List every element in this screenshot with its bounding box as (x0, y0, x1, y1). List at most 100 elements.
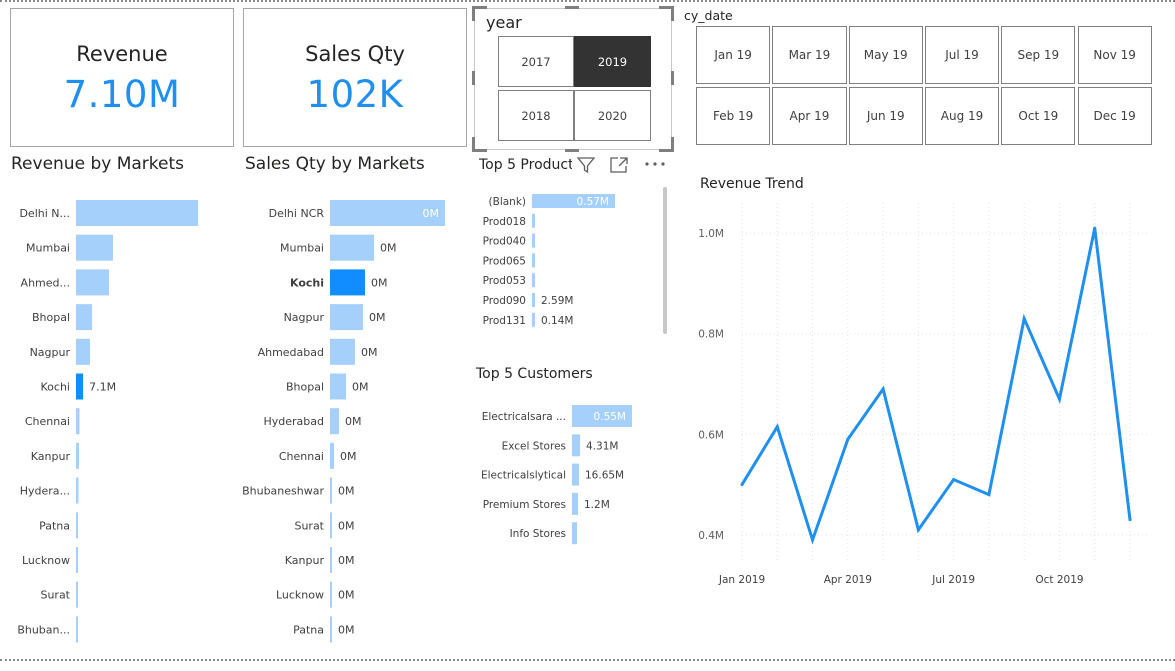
category-label: Patna (39, 519, 70, 532)
revenue-by-markets-chart: Delhi N... Mumbai Ahmed... Bhopal Nagpur Koch… (17, 200, 198, 643)
category-label: Patna (293, 623, 324, 636)
data-point (775, 425, 779, 429)
resize-handle-tl[interactable] (472, 6, 487, 21)
data-label: 0M (361, 346, 378, 359)
revenue-card[interactable]: Revenue 7.10M (10, 8, 234, 147)
resize-handle-br[interactable] (659, 137, 674, 152)
resize-handle-top[interactable] (565, 6, 579, 9)
month-option-aug-19[interactable]: Aug 19 (924, 87, 1000, 145)
year-slicer-title: year (486, 13, 522, 32)
bar (330, 442, 334, 469)
category-label: Bhopal (286, 381, 324, 394)
data-label: 0.14M (541, 315, 573, 327)
top-customers-chart: Electricalsara ... 0.55M Excel Stores 4.31M… (481, 405, 632, 545)
bar (572, 463, 579, 486)
category-label: (Blank) (489, 196, 526, 208)
top-customers-title: Top 5 Customers (476, 366, 593, 382)
top-products-scrollbar[interactable] (663, 187, 667, 334)
month-option-jan-19[interactable]: Jan 19 (696, 26, 771, 84)
month-option-dec-19[interactable]: Dec 19 (1077, 87, 1152, 145)
data-label: 0M (338, 519, 355, 532)
y-tick-label: 0.4M (698, 530, 724, 542)
category-label: Ahmedabad (258, 346, 324, 359)
category-label: Delhi N... (19, 207, 70, 220)
month-option-apr-19[interactable]: Apr 19 (772, 87, 847, 145)
category-label: Kochi (41, 381, 70, 394)
category-label: Chennai (25, 415, 70, 428)
category-label: Mumbai (280, 242, 324, 255)
category-label: Electricalslytical (481, 470, 566, 482)
bar (532, 273, 535, 288)
bar (532, 233, 535, 248)
data-point (1022, 317, 1026, 321)
revenue-card-value: 7.10M (63, 73, 181, 116)
category-label: Delhi NCR (269, 207, 325, 220)
year-option-2017[interactable]: 2017 (498, 36, 574, 87)
category-label: Bhopal (32, 311, 70, 324)
bar (330, 581, 332, 608)
revenue-trend-chart: 0.4M 0.6M 0.8M 1.0M Jan 2019 Apr 2019 Jul 2019… (698, 203, 1148, 586)
data-point (1093, 226, 1097, 230)
data-point (1057, 397, 1061, 401)
category-label: Electricalsara ... (482, 411, 566, 423)
top-products-title: Top 5 Product (479, 157, 572, 173)
category-label: Surat (294, 519, 324, 532)
data-point (846, 437, 850, 441)
year-option-2019[interactable]: 2019 (574, 36, 651, 87)
data-point (916, 528, 920, 532)
filter-icon[interactable] (576, 155, 596, 175)
data-label: 0M (338, 554, 355, 567)
month-option-jul-19[interactable]: Jul 19 (924, 26, 1000, 84)
data-point (952, 478, 956, 482)
bar (572, 522, 577, 545)
data-label: 4.31M (586, 440, 618, 452)
bar (572, 434, 580, 457)
more-options-icon[interactable] (644, 160, 666, 168)
month-option-may-19[interactable]: May 19 (848, 26, 923, 84)
resize-handle-tr[interactable] (659, 6, 674, 21)
bar (330, 373, 346, 400)
x-tick-label: Jul 2019 (931, 574, 975, 586)
bar (76, 477, 79, 504)
resize-handle-left[interactable] (472, 71, 475, 85)
data-label: 0M (340, 450, 357, 463)
revenue-trend-line (740, 227, 1132, 545)
resize-handle-bottom[interactable] (565, 149, 579, 152)
year-slicer[interactable]: year 2017 2019 2018 2020 (472, 6, 674, 152)
year-option-2018[interactable]: 2018 (498, 90, 574, 141)
top-divider (0, 0, 1175, 2)
sales-qty-by-markets-chart: Delhi NCR 0M Mumbai 0M Kochi 0M Nagpur 0M Ahmeda… (242, 200, 445, 643)
year-option-2020[interactable]: 2020 (574, 90, 651, 141)
category-label: Ahmed... (21, 276, 70, 289)
revenue-card-title: Revenue (76, 42, 168, 66)
bar (330, 477, 332, 504)
data-label: 0M (338, 589, 355, 602)
resize-handle-bl[interactable] (472, 137, 487, 152)
bar (76, 547, 78, 573)
month-option-mar-19[interactable]: Mar 19 (772, 26, 847, 84)
month-option-jun-19[interactable]: Jun 19 (848, 87, 923, 145)
revenue-by-markets-title: Revenue by Markets (11, 154, 184, 174)
category-label: Chennai (279, 450, 324, 463)
bar (532, 293, 535, 307)
category-label: Kanpur (285, 554, 325, 567)
x-tick-label: Jan 2019 (718, 574, 765, 586)
sales-qty-card[interactable]: Sales Qty 102K (243, 8, 467, 147)
resize-handle-right[interactable] (671, 71, 674, 85)
bar (532, 213, 535, 228)
category-label: Prod090 (483, 295, 526, 307)
category-label: Prod040 (483, 236, 526, 248)
data-point (987, 493, 991, 497)
top-products-chart: (Blank) 0.57M Prod018 Prod040 Prod065 Prod053… (483, 194, 615, 327)
category-label: Hyderabad (264, 415, 325, 428)
month-option-nov-19[interactable]: Nov 19 (1077, 26, 1152, 84)
bar (330, 338, 355, 365)
month-option-oct-19[interactable]: Oct 19 (1001, 87, 1076, 145)
month-option-sep-19[interactable]: Sep 19 (1001, 26, 1076, 84)
focus-mode-icon[interactable] (609, 156, 629, 174)
category-label: Prod131 (483, 315, 526, 327)
category-label: Nagpur (284, 311, 325, 324)
data-label: 0M (423, 207, 440, 220)
sales-qty-by-markets-title: Sales Qty by Markets (245, 154, 425, 174)
month-option-feb-19[interactable]: Feb 19 (696, 87, 771, 145)
